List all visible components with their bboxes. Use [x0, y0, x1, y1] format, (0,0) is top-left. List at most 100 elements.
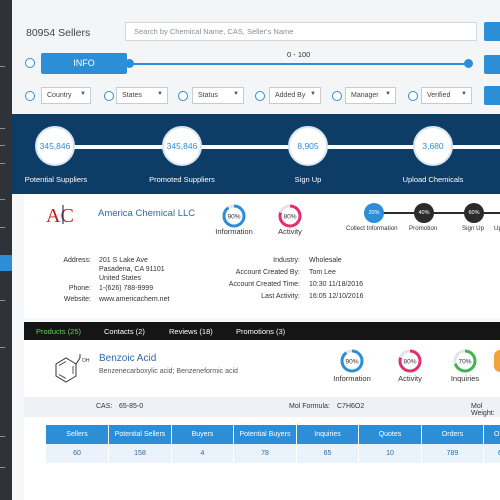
industry-value: Wholesale [309, 257, 342, 264]
funnel-step-promoted-suppliers[interactable]: 345,846 [162, 126, 202, 166]
step-collect-information[interactable]: 20% [364, 203, 384, 223]
country-radio[interactable] [25, 91, 35, 101]
sidebar-marker[interactable] [0, 163, 5, 164]
column-header[interactable]: Quotes [359, 425, 422, 444]
funnel-label: Upload Chemicals [402, 175, 464, 184]
added-by-select-value: Added By [275, 92, 306, 99]
filter-panel: 80954 Sellers Search by Chemical Name, C… [12, 0, 500, 114]
step-label: Collect Information [346, 225, 398, 232]
address-line: 201 S Lake Ave [99, 257, 148, 264]
supplier-funnel: 345,846 Potential Suppliers 345,846 Prom… [12, 114, 500, 194]
sidebar-marker[interactable] [0, 300, 5, 301]
inquiries-percent: 70% [458, 359, 471, 366]
address-line: Pasadena, CA 91101 [99, 266, 165, 273]
product-name[interactable]: Benzoic Acid [99, 353, 156, 364]
sidebar-marker[interactable] [0, 436, 5, 437]
added-by-select[interactable]: Added By ▼ [269, 87, 321, 104]
sidebar-marker[interactable] [0, 145, 5, 146]
range-label: 0 - 100 [287, 50, 311, 59]
tab-contacts[interactable]: Contacts (2) [104, 327, 145, 336]
range-apply-button[interactable] [484, 55, 500, 74]
company-card: AC America Chemical LLC 90% Information … [24, 194, 500, 318]
activity-percent: 80% [403, 359, 416, 366]
table-cell[interactable]: 78 [234, 444, 297, 463]
sidebar-marker[interactable] [0, 128, 5, 129]
structure-oh-label: OH [82, 358, 90, 364]
tab-products[interactable]: Products (25) [36, 327, 81, 336]
table-cell[interactable]: 789 [422, 444, 484, 463]
cas-value: 65-85-0 [119, 403, 144, 410]
funnel-step-sign-up[interactable]: 8,905 [288, 126, 328, 166]
next-ring-icon [494, 350, 500, 372]
country-select[interactable]: Country ▼ [41, 87, 91, 104]
company-logo: AC [46, 205, 74, 225]
search-input[interactable]: Search by Chemical Name, CAS, Seller's N… [125, 22, 477, 41]
left-sidebar [0, 0, 12, 500]
range-slider-track[interactable] [129, 63, 469, 65]
manager-radio[interactable] [332, 91, 342, 101]
sidebar-marker[interactable] [0, 347, 5, 348]
column-header[interactable]: Order C [484, 425, 500, 444]
info-radio[interactable] [25, 58, 35, 68]
phone-label: Phone: [68, 285, 91, 292]
column-header[interactable]: Orders [422, 425, 484, 444]
tab-reviews[interactable]: Reviews (18) [169, 327, 213, 336]
funnel-label: Potential Suppliers [24, 175, 88, 184]
table-cell[interactable]: 65 [297, 444, 359, 463]
filter-apply-button[interactable] [484, 86, 500, 105]
sellers-count: 80954 Sellers [26, 27, 91, 39]
states-radio[interactable] [104, 91, 114, 101]
table-cell[interactable]: 4 [172, 444, 234, 463]
website-link[interactable]: www.americachem.net [99, 296, 169, 303]
table-cell[interactable]: 60 [46, 444, 109, 463]
range-slider-max-handle[interactable] [464, 59, 473, 68]
table-header-row: Sellers Potential Sellers Buyers Potenti… [46, 425, 500, 444]
column-header[interactable]: Potential Buyers [234, 425, 297, 444]
company-logo-text: AC [46, 205, 74, 225]
funnel-label: Promoted Suppliers [149, 175, 215, 184]
column-header[interactable]: Inquiries [297, 425, 359, 444]
sidebar-marker[interactable] [0, 66, 5, 67]
main-content: 80954 Sellers Search by Chemical Name, C… [12, 0, 500, 500]
sidebar-marker[interactable] [0, 467, 5, 468]
added-by-radio[interactable] [255, 91, 265, 101]
chevron-down-icon: ▼ [157, 91, 163, 97]
table-cell[interactable]: 158 [109, 444, 172, 463]
activity-percent: 80% [283, 214, 296, 221]
manager-select-value: Manager [351, 92, 379, 99]
states-select[interactable]: States ▼ [116, 87, 168, 104]
funnel-step-upload-chemicals[interactable]: 3,680 [413, 126, 453, 166]
inquiries-label: Inquiries [450, 374, 480, 383]
mol-weight-label: Mol Weight: [471, 403, 495, 417]
benzoic-acid-structure-icon: OH [55, 354, 90, 383]
chevron-down-icon: ▼ [233, 91, 239, 97]
information-ring-icon: 90% [222, 204, 246, 228]
last-activity-label: Last Activity: [261, 293, 300, 300]
search-button[interactable] [484, 22, 500, 41]
sidebar-active-item[interactable] [0, 255, 12, 271]
column-header[interactable]: Buyers [172, 425, 234, 444]
company-name[interactable]: America Chemical LLC [98, 208, 195, 219]
funnel-step-potential-suppliers[interactable]: 345,846 [35, 126, 75, 166]
step-sign-up[interactable]: 60% [464, 203, 484, 223]
information-ring-icon: 90% [340, 349, 364, 373]
tab-promotions[interactable]: Promotions (3) [236, 327, 285, 336]
status-radio[interactable] [178, 91, 188, 101]
table-cell[interactable]: 60 [484, 444, 500, 463]
sidebar-marker[interactable] [0, 199, 5, 200]
sidebar-marker[interactable] [0, 227, 5, 228]
status-select-value: Status [198, 92, 218, 99]
manager-select[interactable]: Manager ▼ [345, 87, 396, 104]
verified-select[interactable]: Verified ▼ [421, 87, 472, 104]
table-cell[interactable]: 10 [359, 444, 422, 463]
status-select[interactable]: Status ▼ [192, 87, 244, 104]
range-slider-min-handle[interactable] [125, 59, 134, 68]
column-header[interactable]: Potential Sellers [109, 425, 172, 444]
industry-label: Industry: [273, 257, 300, 264]
column-header[interactable]: Sellers [46, 425, 109, 444]
info-button[interactable]: INFO [41, 53, 127, 74]
product-card: OH Benzoic Acid Benzenecarboxylic acid; … [24, 340, 500, 500]
information-percent: 90% [227, 214, 240, 221]
verified-radio[interactable] [408, 91, 418, 101]
step-promotion[interactable]: 40% [414, 203, 434, 223]
